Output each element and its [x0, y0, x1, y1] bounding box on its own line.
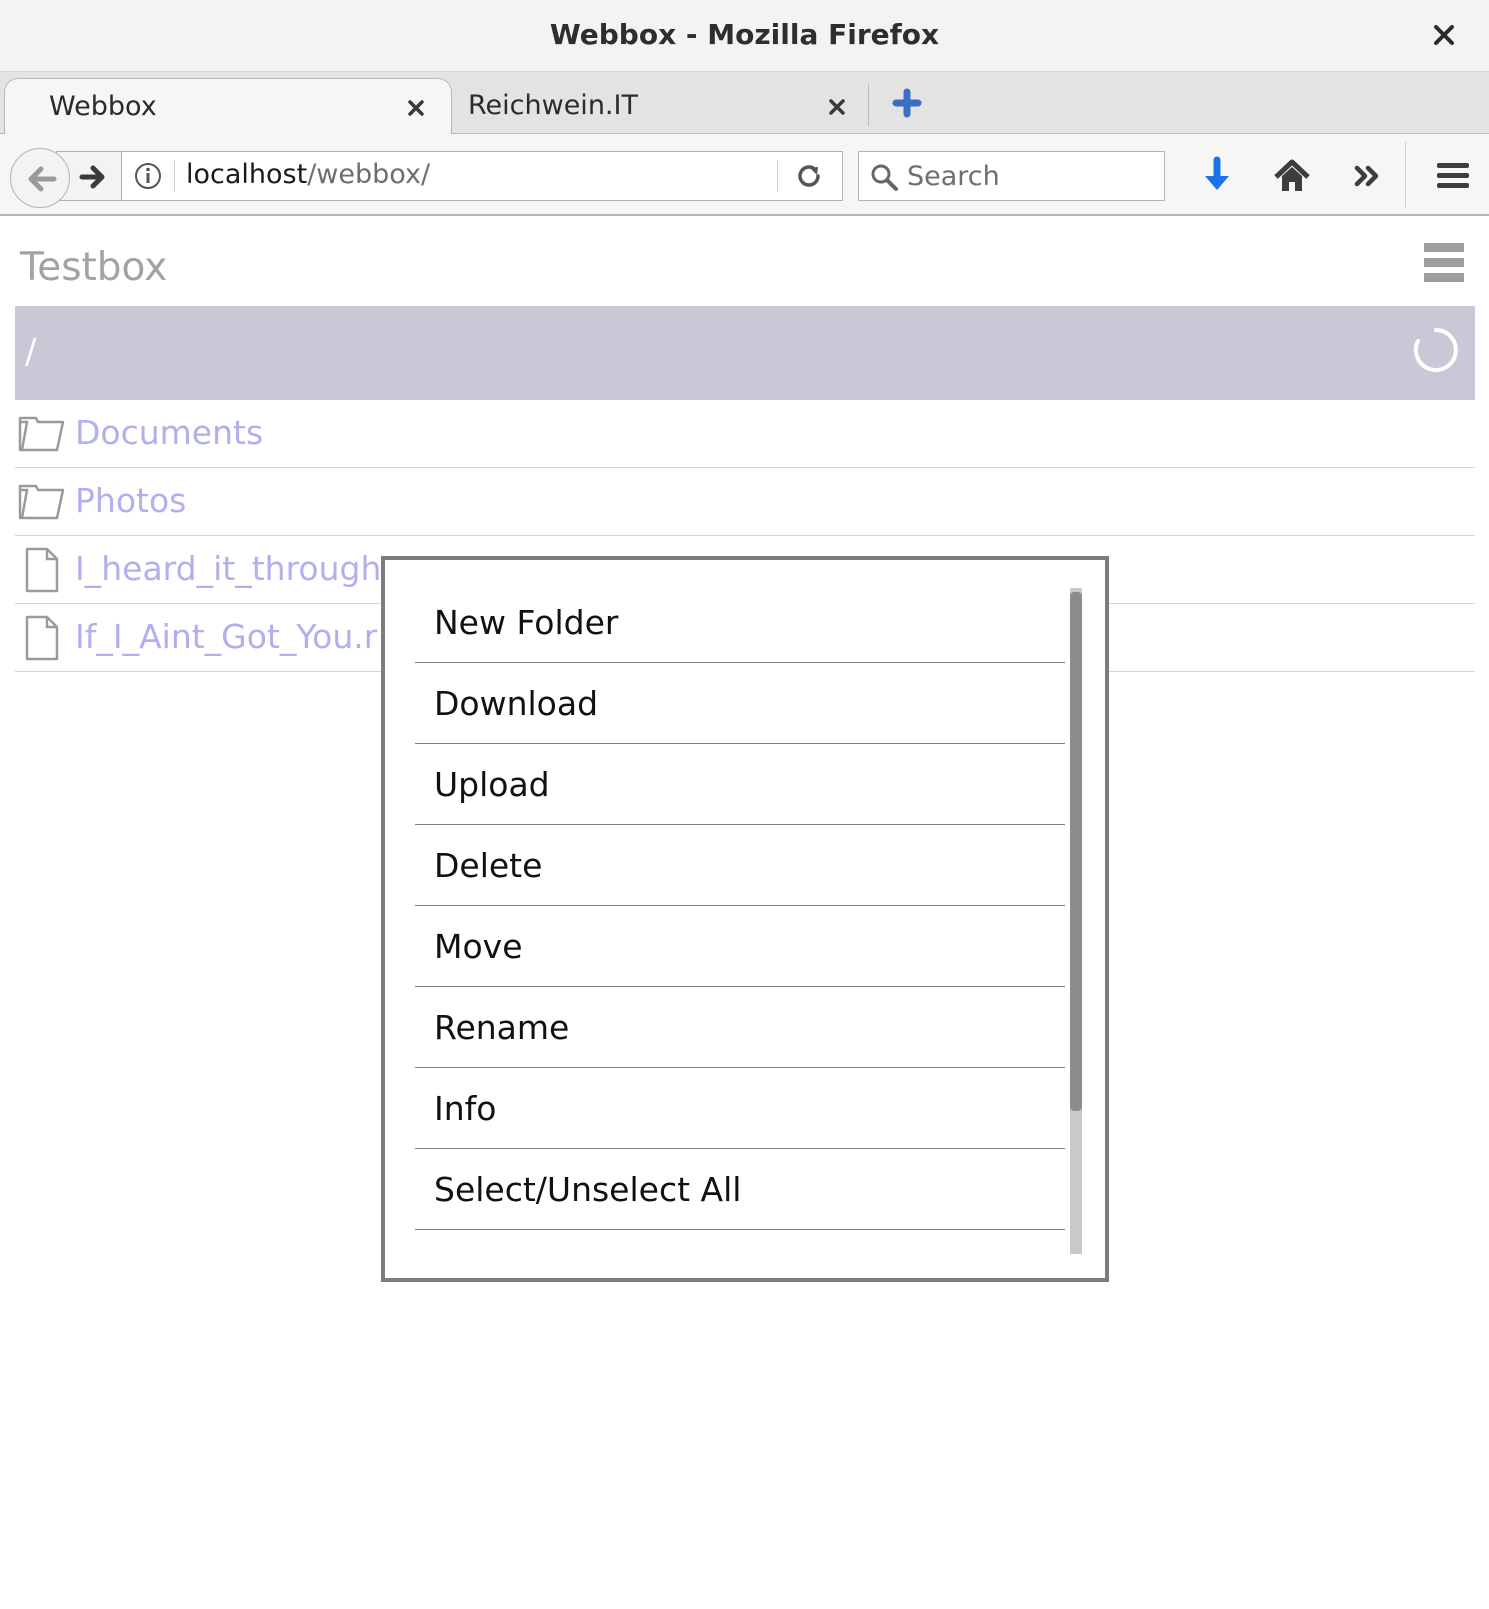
file-icon [25, 547, 59, 593]
path-bar: / [15, 306, 1475, 400]
menu-item-move[interactable]: Move [415, 906, 1065, 987]
file-name[interactable]: Photos [75, 481, 186, 520]
loading-spinner-icon [1413, 328, 1458, 372]
menu-item-label: Rename [434, 1008, 570, 1047]
menu-item-label: Info [434, 1089, 497, 1128]
menu-list: New Folder Download Upload Delete Move R… [415, 582, 1065, 1230]
tab-close-icon[interactable] [824, 94, 850, 120]
reload-separator [777, 160, 778, 192]
menu-scrollbar-thumb[interactable] [1070, 592, 1082, 1111]
app-menu-icon[interactable] [1424, 243, 1464, 289]
hamburger-menu-icon[interactable] [1433, 156, 1473, 196]
file-name[interactable]: If_I_Aint_Got_You.r [75, 617, 377, 656]
search-bar[interactable] [858, 151, 1165, 201]
reload-icon[interactable] [794, 161, 824, 191]
menu-item-label: Download [434, 684, 599, 723]
menu-item-label: Move [434, 927, 523, 966]
menu-item-label: Delete [434, 846, 543, 885]
tab-close-icon[interactable] [403, 95, 429, 121]
file-icon [25, 615, 59, 661]
window-title: Webbox - Mozilla Firefox [549, 18, 940, 51]
menu-item-label: Upload [434, 765, 550, 804]
folder-icon [18, 416, 65, 452]
url-bar[interactable]: localhost/webbox/ [121, 151, 843, 201]
menu-item-select-unselect-all[interactable]: Select/Unselect All [415, 1149, 1065, 1230]
url-path: /webbox/ [307, 159, 431, 190]
menu-item-delete[interactable]: Delete [415, 825, 1065, 906]
back-button[interactable] [10, 148, 70, 208]
menu-item-label: New Folder [434, 603, 619, 642]
file-row-documents[interactable]: Documents [15, 400, 1475, 468]
home-icon[interactable] [1272, 156, 1312, 196]
menu-item-new-folder[interactable]: New Folder [415, 582, 1065, 663]
url-separator [174, 160, 175, 192]
menu-item-info[interactable]: Info [415, 1068, 1065, 1149]
file-name[interactable]: I_heard_it_through [75, 549, 381, 588]
context-menu-popup: New Folder Download Upload Delete Move R… [381, 556, 1109, 1282]
menu-item-download[interactable]: Download [415, 663, 1065, 744]
window-close-icon[interactable] [1429, 20, 1459, 50]
url-text[interactable]: localhost/webbox/ [186, 159, 430, 190]
tab-strip: Webbox Reichwein.IT [0, 72, 1489, 135]
menu-item-label: Select/Unselect All [434, 1170, 742, 1209]
overflow-chevrons-icon[interactable] [1348, 156, 1388, 196]
file-name[interactable]: Documents [75, 413, 263, 452]
menu-item-rename[interactable]: Rename [415, 987, 1065, 1068]
back-arrow-icon [28, 166, 57, 192]
url-host: localhost [186, 159, 308, 190]
search-icon [871, 164, 898, 191]
current-path: / [25, 332, 37, 372]
menu-scrollbar[interactable] [1070, 588, 1082, 1254]
site-info-icon[interactable] [134, 162, 162, 190]
download-icon[interactable] [1197, 156, 1237, 196]
file-row-photos[interactable]: Photos [15, 468, 1475, 536]
search-input[interactable] [907, 158, 1157, 194]
forward-arrow-icon [79, 165, 105, 189]
tab-webbox[interactable]: Webbox [4, 78, 452, 135]
menu-item-upload[interactable]: Upload [415, 744, 1065, 825]
folder-icon [18, 484, 65, 520]
toolbar-separator [1405, 142, 1406, 208]
tab-separator [868, 84, 869, 126]
navigation-toolbar: localhost/webbox/ [0, 134, 1489, 216]
new-tab-plus-icon[interactable] [892, 88, 922, 118]
tab-reichwein[interactable]: Reichwein.IT [456, 78, 866, 135]
window-titlebar: Webbox - Mozilla Firefox [0, 0, 1489, 72]
tab-label: Reichwein.IT [468, 90, 638, 121]
app-title: Testbox [20, 245, 168, 290]
tab-label: Webbox [49, 91, 157, 122]
